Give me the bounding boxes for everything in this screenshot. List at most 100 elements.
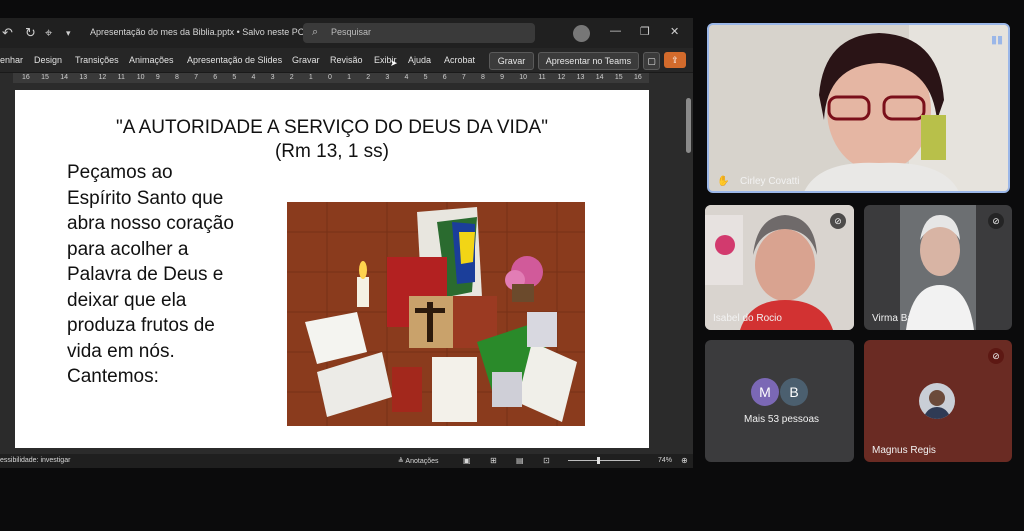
ruler-tick-label: 9 [155,74,160,81]
comment-icon[interactable]: ▢ [643,52,660,70]
speaking-indicator-icon: ▮▮ [991,34,1004,46]
slide-line: abra nosso coração [67,213,234,234]
mic-off-icon: ⊘ [988,348,1004,364]
ruler-tick-label: 8 [175,74,179,81]
search-icon: ⌕ [312,26,319,38]
notes-button[interactable]: ≜ Anotações [398,457,439,465]
scroll-thumb[interactable] [686,98,691,153]
ruler-tick-label: 6 [442,74,447,81]
slide-line: Peçamos ao [67,162,173,183]
tab-animacoes[interactable]: Animações [129,55,174,65]
ruler-tick-label: 11 [117,74,125,81]
mic-off-icon: ⊘ [830,213,846,229]
ruler-tick-label: 1 [347,74,352,81]
participant-tile-speaking[interactable]: ▮▮ ✋ Cirley Covatti [707,23,1010,193]
ruler-tick-label: 12 [98,74,107,81]
avatar: M [751,378,779,406]
slideshow-icon[interactable]: ⊡ [543,456,550,465]
slide-line: Cantemos: [67,366,159,387]
tab-acrobat[interactable]: Acrobat [444,55,475,65]
ruler-tick-label: 14 [595,74,604,81]
slide-line: Palavra de Deus e [67,264,224,285]
more-participants-tile[interactable]: M B Mais 53 pessoas [705,340,854,462]
ruler-tick-label: 5 [423,74,428,81]
ruler-tick-label: 13 [576,74,585,81]
participant-name: Cirley Covatti [740,176,800,187]
slide-line: produza frutos de [67,315,215,336]
customize-icon[interactable]: ▾ [66,28,71,39]
normal-view-icon[interactable]: ▣ [463,456,471,465]
participant-name: Magnus Regis [872,445,936,456]
accessibility-status[interactable]: essibilidade: investigar [0,457,70,464]
zoom-level[interactable]: 74% [658,457,672,464]
avatar[interactable] [573,25,590,42]
ruler-tick-label: 12 [557,74,566,81]
restore-icon[interactable]: ❐ [640,25,650,38]
present-in-teams-button[interactable]: Apresentar no Teams [538,52,639,70]
participant-tile[interactable]: ⊘ Isabel do Rocio [705,205,854,330]
zoom-slider[interactable] [568,460,640,461]
participant-video [900,205,976,330]
ruler-tick-label: 7 [194,74,199,81]
avatar: B [780,378,808,406]
tab-apresentacao[interactable]: Apresentação de Slides [187,55,282,65]
fit-slide-icon[interactable]: ⊕ [681,456,688,465]
ruler-tick-label: 15 [41,74,49,81]
mouse-cursor-icon: ➤ [390,58,398,68]
tab-gravar[interactable]: Gravar [292,55,320,65]
tab-design[interactable]: Design [34,55,62,65]
ruler-tick-label: 4 [404,74,409,81]
document-title[interactable]: Apresentação do mes da Biblia.pptx • Sal… [90,27,314,38]
participant-video [709,25,1008,191]
ruler-tick-label: 10 [519,74,528,81]
powerpoint-window: ↶ ↻ ⌖ ▾ Apresentação do mes da Biblia.pp… [0,18,693,468]
ruler-tick-label: 2 [366,74,371,81]
ruler-tick-label: 16 [634,74,642,81]
ruler-tick-label: 4 [251,74,256,81]
ruler-tick-label: 15 [614,74,623,81]
hand-icon: ✋ [717,176,730,187]
redo-icon[interactable]: ↻ [25,25,36,41]
tab-ajuda[interactable]: Ajuda [408,55,431,65]
slide[interactable]: "A AUTORIDADE A SERVIÇO DO DEUS DA VIDA"… [15,90,649,448]
participant-tile[interactable]: ⊘ Magnus Regis [864,340,1012,462]
avatar [919,383,955,419]
participant-tile[interactable]: ⊘ Virma Barion [864,205,1012,330]
ruler-tick-label: 9 [500,74,505,81]
tab-desenhar[interactable]: enhar [0,55,23,65]
close-icon[interactable]: ✕ [670,25,679,38]
slide-line: Espírito Santo que [67,187,224,209]
search-input[interactable]: Pesquisar [331,27,371,37]
tab-revisao[interactable]: Revisão [330,55,363,65]
tab-transicoes[interactable]: Transições [75,55,119,65]
ruler-tick-label: 13 [79,74,88,81]
status-bar: essibilidade: investigar ≜ Anotações ▣ ⊞… [0,454,693,468]
zoom-slider-thumb[interactable] [597,457,600,464]
ruler-tick-label: 10 [136,74,145,81]
ruler: 16 15 14 13 12 11 10 9 8 7 6 5 4 3 2 1 0 1 2 3 4 5 6 7 8 9 10 11 12 1… [13,73,649,83]
slide-title: "A AUTORIDADE A SERVIÇO DO DEUS DA VIDA" [116,117,548,138]
undo-icon[interactable]: ↶ [2,25,13,41]
more-participants-label: Mais 53 pessoas [744,414,820,425]
ruler-tick-label: 8 [481,74,485,81]
ruler-tick-label: 2 [289,74,294,81]
share-icon[interactable]: ⇪ [664,52,686,68]
participant-name: Virma Barion [872,313,930,324]
record-button[interactable]: Gravar [489,52,534,70]
present-in-teams-label: Apresentar no Teams [545,56,632,66]
slide-line: deixar que ela [67,289,187,311]
minimize-icon[interactable]: — [610,25,621,37]
ruler-tick-label: 11 [538,74,546,81]
altar-photo [287,202,585,426]
ruler-tick-label: 7 [461,74,466,81]
title-bar: ↶ ↻ ⌖ ▾ Apresentação do mes da Biblia.pp… [0,18,693,48]
record-label: Gravar [497,56,526,66]
slide-sorter-icon[interactable]: ⊞ [490,456,497,465]
ruler-tick-label: 16 [22,74,30,81]
reading-view-icon[interactable]: ▤ [516,456,524,465]
ruler-tick-label: 0 [328,74,332,81]
ruler-tick-label: 6 [213,74,218,81]
present-icon[interactable]: ⌖ [45,25,52,41]
ruler-tick-label: 1 [308,74,313,81]
participant-name: Isabel do Rocio [713,313,782,324]
